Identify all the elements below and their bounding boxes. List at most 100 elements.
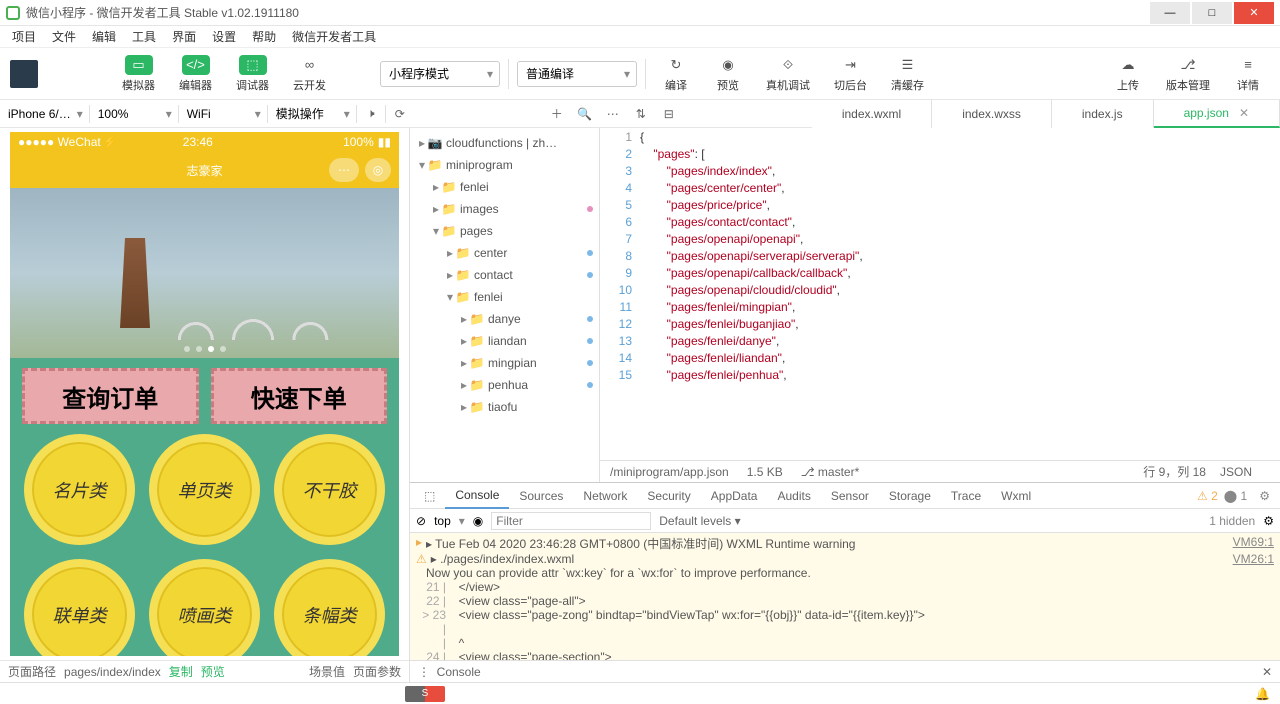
menu-工具[interactable]: 工具 (124, 28, 164, 45)
sim-action-select[interactable]: 模拟操作 (268, 101, 356, 127)
debugger-toggle[interactable]: ⬚调试器 (228, 55, 277, 93)
menu-微信开发者工具[interactable]: 微信开发者工具 (284, 28, 384, 45)
notification-bell-icon[interactable]: 🔔 (1255, 687, 1270, 701)
devtools-tab-wxml[interactable]: Wxml (991, 483, 1041, 509)
devtools-tab-sensor[interactable]: Sensor (821, 483, 879, 509)
collapse-icon[interactable]: ⊟ (655, 102, 683, 126)
preview-path-link[interactable]: 预览 (201, 663, 225, 680)
category-item[interactable]: 单页类 (149, 434, 260, 545)
chevron-icon[interactable]: ▸ (458, 356, 470, 370)
chevron-icon[interactable]: ▸ (430, 202, 442, 216)
chevron-icon[interactable]: ▸ (458, 400, 470, 414)
tree-node[interactable]: ▸📁tiaofu (410, 396, 599, 418)
tree-node[interactable]: ▸📁penhua (410, 374, 599, 396)
devtools-tab-appdata[interactable]: AppData (701, 483, 768, 509)
capsule-close-icon[interactable]: ◎ (365, 158, 391, 182)
devtools-tab-console[interactable]: Console (445, 483, 509, 509)
chevron-icon[interactable]: ▾ (416, 158, 428, 172)
drawer-menu-icon[interactable]: ⋮ (418, 665, 430, 679)
menu-设置[interactable]: 设置 (204, 28, 244, 45)
vm-link[interactable]: VM69:1 (1233, 535, 1274, 552)
console-output[interactable]: ▸▸ Tue Feb 04 2020 23:46:28 GMT+0800 (中国… (410, 533, 1280, 660)
file-explorer[interactable]: ▸📷cloudfunctions | zh…▾📁miniprogram▸📁fen… (410, 128, 600, 482)
devtools-tab-storage[interactable]: Storage (879, 483, 941, 509)
category-item[interactable]: 不干胶 (274, 434, 385, 545)
devtools-settings-icon[interactable]: ⚙ (1253, 489, 1276, 503)
preview-button[interactable]: ◉预览 (706, 55, 750, 93)
chevron-icon[interactable]: ▸ (444, 246, 456, 260)
capsule-menu-icon[interactable]: ⋯ (329, 158, 359, 182)
upload-button[interactable]: ☁上传 (1106, 55, 1150, 93)
simulator-viewport[interactable]: ●●●●● WeChat⚡ 23:46 100%▮▮ 志豪家 ⋯ ◎ 查询订单 … (10, 132, 399, 656)
tree-node[interactable]: ▸📁danye (410, 308, 599, 330)
devtools-inspect-icon[interactable]: ⬚ (414, 483, 445, 509)
clear-cache-button[interactable]: ☰清缓存 (883, 55, 932, 93)
copy-path-link[interactable]: 复制 (169, 663, 193, 680)
minimize-button[interactable]: — (1150, 2, 1190, 24)
drawer-close-icon[interactable]: ✕ (1262, 665, 1272, 679)
chevron-icon[interactable]: ▸ (458, 378, 470, 392)
user-avatar[interactable] (10, 60, 38, 88)
close-tab-icon[interactable]: ✕ (1239, 106, 1249, 120)
settings-gear-icon[interactable]: ⚙ (1263, 514, 1274, 528)
editor-tab[interactable]: index.wxss (932, 100, 1052, 128)
compile-type-select[interactable]: 普通编译 (517, 61, 637, 87)
chevron-icon[interactable]: ▾ (430, 224, 442, 238)
menu-文件[interactable]: 文件 (44, 28, 84, 45)
ime-indicator[interactable]: S (405, 686, 445, 702)
close-button[interactable]: ✕ (1234, 2, 1274, 24)
menu-项目[interactable]: 项目 (4, 28, 44, 45)
chevron-icon[interactable]: ▾ (444, 290, 456, 304)
log-level-select[interactable]: Default levels ▾ (659, 514, 740, 528)
editor-tab[interactable]: index.js (1052, 100, 1154, 128)
tree-node[interactable]: ▸📁contact (410, 264, 599, 286)
console-filter-input[interactable] (491, 512, 651, 530)
editor-toggle[interactable]: </>编辑器 (171, 55, 220, 93)
chevron-icon[interactable]: ▸ (458, 334, 470, 348)
query-order-button[interactable]: 查询订单 (22, 368, 199, 424)
menu-界面[interactable]: 界面 (164, 28, 204, 45)
tree-node[interactable]: ▸📁fenlei (410, 176, 599, 198)
tree-node[interactable]: ▸📁images (410, 198, 599, 220)
devtools-tab-security[interactable]: Security (637, 483, 700, 509)
menu-编辑[interactable]: 编辑 (84, 28, 124, 45)
devtools-tab-trace[interactable]: Trace (941, 483, 991, 509)
tree-node[interactable]: ▸📁mingpian (410, 352, 599, 374)
add-file-icon[interactable]: ＋ (543, 102, 571, 126)
category-item[interactable]: 喷画类 (149, 559, 260, 656)
chevron-icon[interactable]: ▸ (416, 136, 428, 150)
tree-node[interactable]: ▸📁liandan (410, 330, 599, 352)
category-item[interactable]: 名片类 (24, 434, 135, 545)
context-select[interactable]: top (434, 514, 451, 528)
live-icon[interactable]: ◉ (473, 514, 483, 528)
sort-icon[interactable]: ⇅ (627, 102, 655, 126)
editor-tab[interactable]: app.json✕ (1154, 100, 1280, 128)
maximize-button[interactable]: □ (1192, 2, 1232, 24)
devtools-tab-sources[interactable]: Sources (509, 483, 573, 509)
detail-button[interactable]: ≡详情 (1226, 55, 1270, 93)
chevron-icon[interactable]: ▸ (444, 268, 456, 282)
devtools-tab-audits[interactable]: Audits (767, 483, 820, 509)
chevron-icon[interactable]: ▸ (430, 180, 442, 194)
devtools-tab-network[interactable]: Network (573, 483, 637, 509)
simulator-toggle[interactable]: ▭模拟器 (114, 55, 163, 93)
menu-帮助[interactable]: 帮助 (244, 28, 284, 45)
info-count[interactable]: ⬤ 1 (1218, 489, 1253, 503)
search-icon[interactable]: 🔍 (571, 102, 599, 126)
more-icon[interactable]: ⋯ (599, 102, 627, 126)
mode-select[interactable]: 小程序模式 (380, 61, 500, 87)
category-item[interactable]: 联单类 (24, 559, 135, 656)
warning-count[interactable]: ⚠ 2 (1197, 489, 1218, 503)
drawer-tab-console[interactable]: Console (437, 665, 481, 679)
cloud-dev-button[interactable]: ∞云开发 (285, 55, 334, 93)
mute-icon[interactable]: 🕨 (357, 102, 385, 126)
git-branch[interactable]: ⎇ master* (801, 465, 860, 479)
code-editor[interactable]: 123456789101112131415 { "pages": [ "page… (600, 128, 1280, 460)
tree-node[interactable]: ▾📁miniprogram (410, 154, 599, 176)
clear-console-icon[interactable]: ⊘ (416, 514, 426, 528)
compile-button[interactable]: ↻编译 (654, 55, 698, 93)
tree-node[interactable]: ▾📁pages (410, 220, 599, 242)
tree-node[interactable]: ▾📁fenlei (410, 286, 599, 308)
tree-node[interactable]: ▸📁center (410, 242, 599, 264)
vm-link[interactable]: VM26:1 (1233, 552, 1274, 566)
